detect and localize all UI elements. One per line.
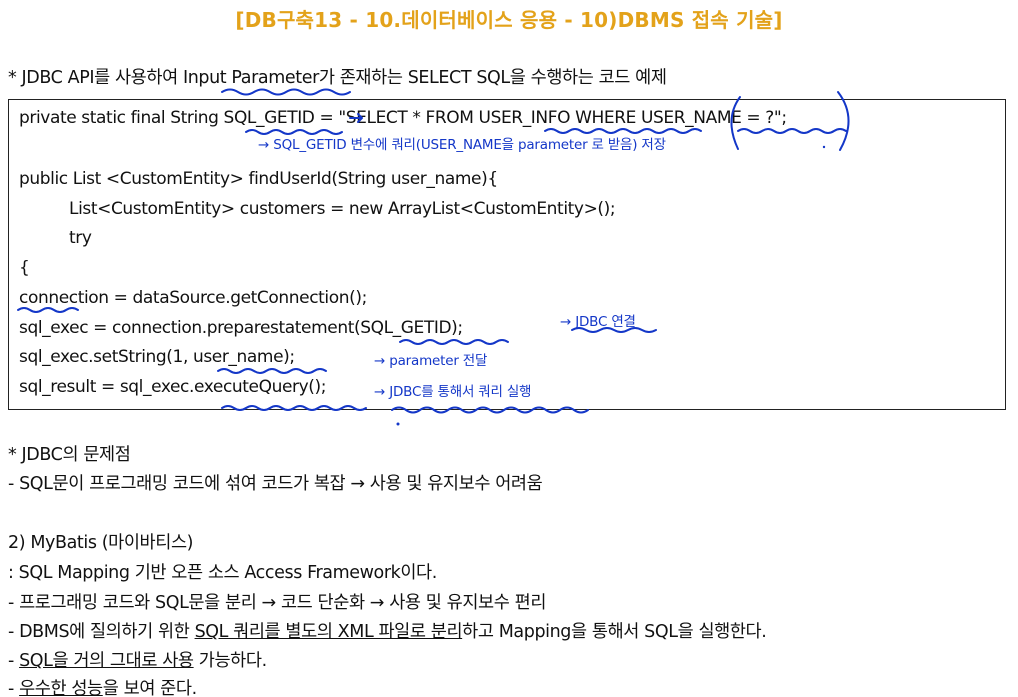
annotation-parameter: → parameter 전달 xyxy=(374,353,488,369)
mybatis-item-3-post: 가능하다. xyxy=(193,651,267,671)
code-line-4: try xyxy=(69,228,92,248)
code-line-6: connection = dataSource.getConnection(); xyxy=(19,288,367,308)
mybatis-item-3-pre: - xyxy=(8,651,20,671)
annotation-sql-getid: → SQL_GETID 변수에 쿼리(USER_NAME을 parameter … xyxy=(258,137,666,153)
page-title: [DB구축13 - 10.데이터베이스 응용 - 10)DBMS 접속 기술] xyxy=(235,8,783,32)
code-line-2: public List <CustomEntity> findUserId(St… xyxy=(19,169,498,189)
ink-wave-input-parameter xyxy=(221,88,351,96)
mybatis-item-2-underlined: SQL 쿼리를 별도의 XML 파일로 분리 xyxy=(194,622,463,642)
code-line-9: sql_result = sql_exec.executeQuery(); xyxy=(19,377,327,397)
code-line-7: sql_exec = connection.preparestatement(S… xyxy=(19,318,463,338)
code-line-1: private static final String SQL_GETID = … xyxy=(19,108,787,128)
code-line-3: List<CustomEntity> customers = new Array… xyxy=(69,199,616,219)
code-line-5: { xyxy=(19,258,30,278)
problems-item-1: - SQL문이 프로그래밍 코드에 섞여 코드가 복잡 → 사용 및 유지보수 … xyxy=(8,474,543,494)
mybatis-heading: 2) MyBatis (마이바티스) xyxy=(8,533,194,553)
intro-text: * JDBC API를 사용하여 Input Parameter가 존재하는 S… xyxy=(8,68,667,88)
mybatis-item-3: - SQL을 거의 그대로 사용 가능하다. xyxy=(8,647,267,672)
code-line-8: sql_exec.setString(1, user_name); xyxy=(19,347,295,367)
mybatis-item-2-post: 하고 Mapping을 통해서 SQL을 실행한다. xyxy=(462,622,767,642)
mybatis-item-1: - 프로그래밍 코드와 SQL문을 분리 → 코드 단순화 → 사용 및 유지보… xyxy=(8,593,547,613)
mybatis-item-2: - DBMS에 질의하기 위한 SQL 쿼리를 별도의 XML 파일로 분리하고… xyxy=(8,618,767,643)
mybatis-item-4-underlined: 우수한 성능 xyxy=(19,679,103,697)
annotation-jdbc-connect: → JDBC 연결 xyxy=(560,314,636,330)
mybatis-item-4-pre: - xyxy=(8,679,20,697)
annotation-execute-query: → JDBC를 통해서 쿼리 실행 xyxy=(374,384,532,400)
mybatis-item-3-underlined: SQL을 거의 그대로 사용 xyxy=(19,651,194,671)
mybatis-item-4: - 우수한 성능을 보여 준다. xyxy=(8,675,197,697)
problems-heading: * JDBC의 문제점 xyxy=(8,445,131,465)
mybatis-item-4-post: 을 보여 준다. xyxy=(102,679,197,697)
mybatis-definition: : SQL Mapping 기반 오픈 소스 Access Framework이… xyxy=(8,563,437,583)
ink-dot xyxy=(396,422,400,426)
mybatis-item-2-pre: - DBMS에 질의하기 위한 xyxy=(8,622,195,642)
